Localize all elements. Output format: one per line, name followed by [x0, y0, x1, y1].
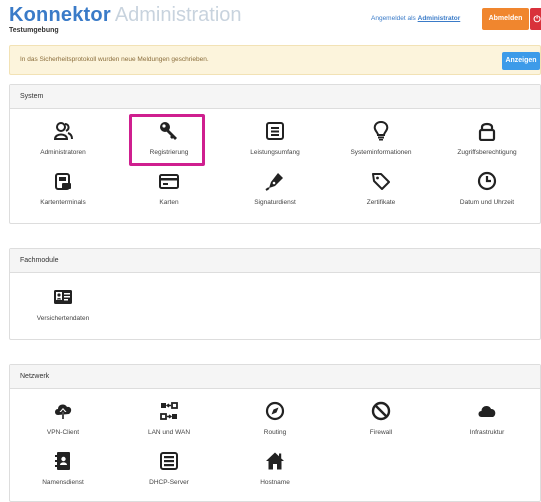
tile-zertifikate[interactable]: Zertifikate: [328, 165, 434, 215]
tile-label: Zertifikate: [366, 199, 396, 206]
fachmodule-panel-title: Fachmodule: [10, 249, 540, 273]
tile-firewall[interactable]: Firewall: [328, 395, 434, 445]
tile-kartenterminals[interactable]: Kartenterminals: [10, 165, 116, 215]
clock-icon: [477, 171, 497, 191]
users-icon: [53, 121, 73, 141]
tile-label: Administratoren: [40, 149, 86, 156]
system-panel-title: System: [10, 85, 540, 109]
tile-karten[interactable]: Karten: [116, 165, 222, 215]
login-user-link[interactable]: Administrator: [418, 15, 461, 22]
tile-label: DHCP-Server: [149, 479, 189, 486]
server-box-icon: [159, 451, 179, 471]
tile-label: Karten: [159, 199, 179, 206]
tile-registrierung[interactable]: Registrierung: [116, 115, 222, 165]
address-book-icon: [53, 451, 73, 471]
pen-nib-icon: [265, 171, 285, 191]
tile-label: Versichertendaten: [36, 315, 90, 322]
header: Konnektor Administration Testumgebung Ang…: [0, 0, 541, 40]
tile-namensdienst[interactable]: Namensdienst: [10, 445, 116, 495]
brand-name: Konnektor: [9, 4, 111, 26]
lock-icon: [477, 121, 497, 141]
fachmodule-panel: Fachmodule Versichertendaten: [9, 248, 541, 340]
tile-label: Firewall: [369, 429, 393, 436]
brand[interactable]: Konnektor Administration: [9, 4, 242, 27]
home-icon: [265, 451, 285, 471]
tag-icon: [371, 171, 391, 191]
tile-label: LAN und WAN: [147, 429, 191, 436]
tile-lan-wan[interactable]: LAN und WAN: [116, 395, 222, 445]
card-terminal-icon: [53, 171, 73, 191]
network-arrows-icon: [159, 401, 179, 421]
netzwerk-panel: Netzwerk VPN-Client LAN und WAN Routing …: [9, 364, 541, 502]
alert-text: In das Sicherheitsprotokoll wurden neue …: [20, 56, 209, 63]
tile-dhcp-server[interactable]: DHCP-Server: [116, 445, 222, 495]
tile-label: Systeminformationen: [350, 149, 412, 156]
show-log-button[interactable]: Anzeigen: [502, 52, 540, 70]
tile-infrastruktur[interactable]: Infrastruktur: [434, 395, 540, 445]
tile-versichertendaten[interactable]: Versichertendaten: [10, 281, 116, 331]
tile-leistungsumfang[interactable]: Leistungsumfang: [222, 115, 328, 165]
tile-administratoren[interactable]: Administratoren: [10, 115, 116, 165]
security-log-alert: In das Sicherheitsprotokoll wurden neue …: [9, 45, 541, 75]
ban-icon: [371, 401, 391, 421]
list-box-icon: [265, 121, 285, 141]
tile-label: Datum und Uhrzeit: [459, 199, 515, 206]
id-card-icon: [53, 287, 73, 307]
tile-systeminformationen[interactable]: Systeminformationen: [328, 115, 434, 165]
login-info: Angemeldet als Administrator: [371, 15, 460, 22]
system-panel: System Administratoren Registrierung Lei…: [9, 84, 541, 224]
netzwerk-panel-title: Netzwerk: [10, 365, 540, 389]
login-prefix: Angemeldet als: [371, 15, 416, 22]
cloud-upload-icon: [53, 401, 73, 421]
tile-label: Signaturdienst: [254, 199, 296, 206]
tile-label: Leistungsumfang: [250, 149, 300, 156]
tile-routing[interactable]: Routing: [222, 395, 328, 445]
power-icon[interactable]: ⏻: [530, 8, 541, 30]
tile-vpn-client[interactable]: VPN-Client: [10, 395, 116, 445]
card-icon: [159, 171, 179, 191]
tile-label: Registrierung: [149, 149, 189, 156]
tile-zugriffsberechtigung[interactable]: Zugriffsberechtigung: [434, 115, 540, 165]
tile-hostname[interactable]: Hostname: [222, 445, 328, 495]
tile-label: Namensdienst: [42, 479, 84, 486]
compass-icon: [265, 401, 285, 421]
konnektor-admin-page: Konnektor Administration Testumgebung Ang…: [0, 0, 541, 502]
tile-signaturdienst[interactable]: Signaturdienst: [222, 165, 328, 215]
key-icon: [159, 121, 179, 141]
lightbulb-icon: [371, 121, 391, 141]
logout-button[interactable]: Abmelden: [482, 8, 529, 30]
tile-label: Infrastruktur: [469, 429, 505, 436]
tile-label: Zugriffsberechtigung: [457, 149, 517, 156]
tile-label: Kartenterminals: [40, 199, 86, 206]
tile-label: VPN-Client: [46, 429, 80, 436]
cloud-icon: [477, 401, 497, 421]
tile-label: Routing: [263, 429, 287, 436]
tile-datum-uhrzeit[interactable]: Datum und Uhrzeit: [434, 165, 540, 215]
environment-label: Testumgebung: [9, 27, 59, 34]
tile-label: Hostname: [260, 479, 290, 486]
brand-suffix: Administration: [114, 4, 242, 26]
